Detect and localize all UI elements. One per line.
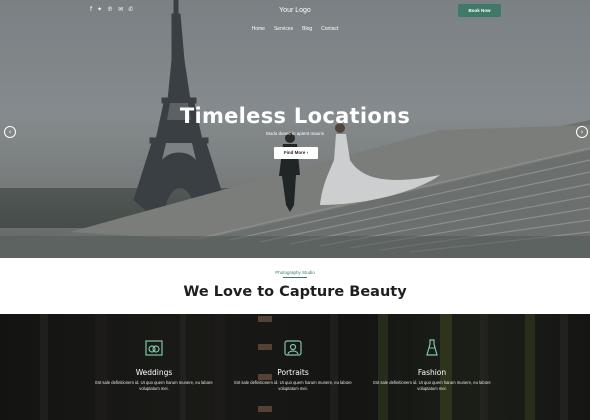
hero-overlay bbox=[0, 0, 590, 258]
book-now-button[interactable]: Book Now bbox=[458, 4, 501, 17]
hero-title: Timeless Locations bbox=[179, 104, 411, 128]
eyebrow-divider bbox=[283, 277, 307, 278]
main-nav: Home Services Blog Contact bbox=[0, 26, 590, 32]
find-more-button[interactable]: Find More › bbox=[274, 147, 318, 159]
service-description: Est sale definitionem id. Ut quo quem ha… bbox=[95, 380, 213, 391]
nav-home[interactable]: Home bbox=[252, 26, 265, 32]
service-title: Fashion bbox=[417, 368, 447, 377]
portrait-frame-icon bbox=[284, 340, 302, 356]
service-title: Portraits bbox=[277, 368, 309, 377]
site-logo[interactable]: Your Logo bbox=[0, 7, 590, 14]
chevron-left-icon: ‹ bbox=[8, 128, 12, 136]
nav-contact[interactable]: Contact bbox=[321, 26, 338, 32]
rings-icon bbox=[145, 340, 163, 356]
service-title: Weddings bbox=[135, 368, 173, 377]
services-section: Weddings Est sale definitionem id. Ut qu… bbox=[0, 314, 590, 420]
nav-blog[interactable]: Blog bbox=[302, 26, 312, 32]
hero-subtitle: Modo donec in aptent mauris bbox=[265, 131, 325, 136]
service-portraits[interactable]: Portraits Est sale definitionem id. Ut q… bbox=[223, 338, 363, 392]
service-weddings[interactable]: Weddings Est sale definitionem id. Ut qu… bbox=[84, 338, 224, 392]
nav-services[interactable]: Services bbox=[274, 26, 293, 32]
intro-section: Photography Studio We Love to Capture Be… bbox=[0, 258, 590, 314]
section-headline: We Love to Capture Beauty bbox=[183, 284, 407, 300]
slider-prev-button[interactable]: ‹ bbox=[4, 126, 16, 138]
slider-next-button[interactable]: › bbox=[576, 126, 588, 138]
service-fashion[interactable]: Fashion Est sale definitionem id. Ut quo… bbox=[362, 338, 502, 392]
hero-section: f ✦ ℗ ✉ ✆ Your Logo Book Now Home Servic… bbox=[0, 0, 590, 258]
arrow-right-icon: › bbox=[306, 150, 309, 155]
service-description: Est sale definitionem id. Ut quo quem ha… bbox=[234, 380, 352, 391]
chevron-right-icon: › bbox=[580, 128, 584, 136]
service-description: Est sale definitionem id. Ut quo quem ha… bbox=[373, 380, 491, 391]
section-eyebrow: Photography Studio bbox=[275, 270, 315, 275]
dress-icon bbox=[426, 339, 438, 356]
find-more-label: Find More bbox=[283, 150, 306, 155]
